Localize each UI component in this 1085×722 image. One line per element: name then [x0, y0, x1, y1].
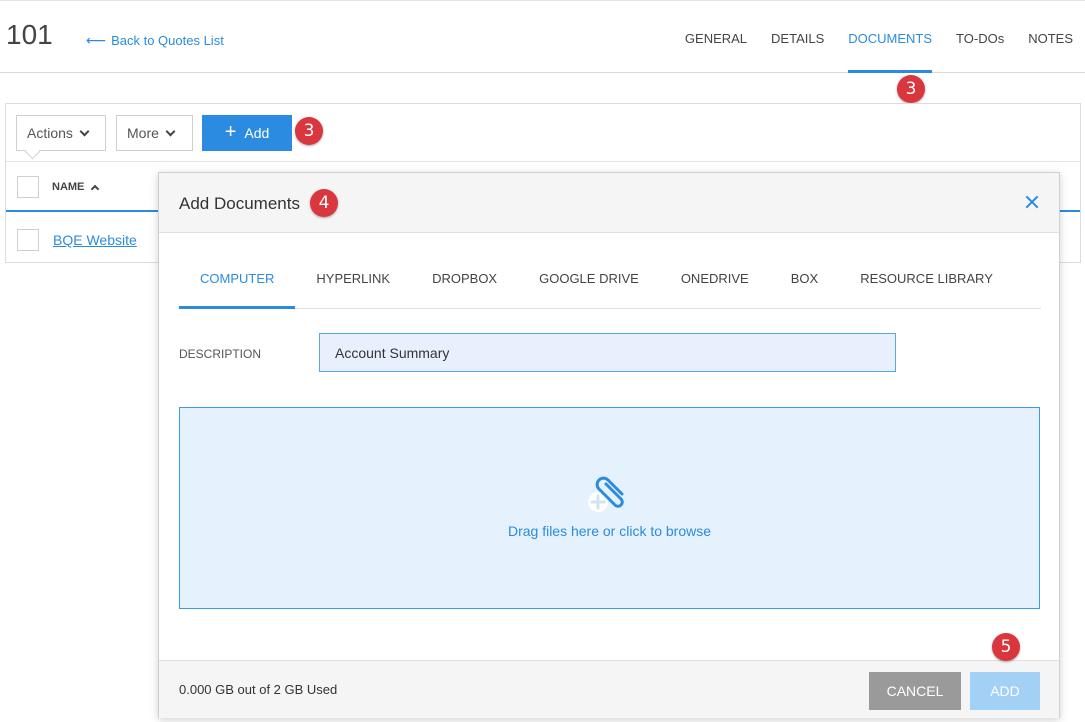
chevron-down-icon: [79, 126, 90, 136]
file-dropzone[interactable]: Drag files here or click to browse: [179, 407, 1040, 609]
cancel-button[interactable]: CANCEL: [869, 672, 961, 710]
step-badge-add: 3: [295, 117, 323, 145]
add-documents-modal: Add Documents COMPUTER HYPERLINK DROPBOX…: [158, 172, 1060, 718]
tab-resource-library[interactable]: RESOURCE LIBRARY: [839, 257, 1014, 308]
tab-documents[interactable]: DOCUMENTS: [836, 1, 944, 73]
actions-dropdown[interactable]: Actions: [16, 115, 106, 151]
column-header-name[interactable]: NAME: [52, 181, 100, 193]
step-badge-modal-add: 5: [992, 633, 1020, 661]
page-header: 101 ⟵ Back to Quotes List GENERAL DETAIL…: [0, 0, 1085, 73]
more-label: More: [127, 125, 159, 141]
modal-title: Add Documents: [179, 194, 300, 213]
dropzone-text: Drag files here or click to browse: [507, 523, 712, 539]
chevron-down-icon: [165, 126, 176, 136]
description-label: DESCRIPTION: [179, 347, 262, 361]
tab-google-drive[interactable]: GOOGLE DRIVE: [518, 257, 660, 308]
column-name-label: NAME: [52, 181, 85, 193]
modal-footer: 0.000 GB out of 2 GB Used CANCEL ADD: [159, 660, 1059, 718]
document-link[interactable]: BQE Website: [53, 232, 137, 248]
record-tabs: GENERAL DETAILS DOCUMENTS TO-DOs NOTES: [673, 1, 1085, 73]
step-badge-modal: 4: [310, 189, 338, 217]
tab-todos[interactable]: TO-DOs: [944, 1, 1016, 73]
modal-header: Add Documents: [159, 173, 1059, 233]
plus-icon: +: [224, 121, 237, 143]
chevron-up-icon: [91, 184, 100, 193]
close-icon[interactable]: [1023, 193, 1041, 211]
tab-general[interactable]: GENERAL: [673, 1, 759, 73]
add-button-label: Add: [244, 125, 270, 141]
select-all-checkbox[interactable]: [17, 176, 39, 198]
actions-label: Actions: [27, 125, 73, 141]
tab-box[interactable]: BOX: [770, 257, 839, 308]
tab-notes[interactable]: NOTES: [1016, 1, 1085, 73]
arrow-left-icon: ⟵: [86, 32, 107, 48]
paperclip-plus-icon: [588, 476, 624, 512]
tab-dropbox[interactable]: DROPBOX: [411, 257, 518, 308]
more-dropdown[interactable]: More: [116, 115, 193, 151]
record-id: 101: [6, 19, 53, 50]
step-badge-documents: 3: [897, 75, 925, 103]
add-document-button[interactable]: + Add: [202, 115, 292, 151]
tab-onedrive[interactable]: ONEDRIVE: [660, 257, 770, 308]
tab-details[interactable]: DETAILS: [759, 1, 836, 73]
modal-add-button[interactable]: ADD: [970, 672, 1040, 710]
tab-hyperlink[interactable]: HYPERLINK: [295, 257, 411, 308]
storage-usage: 0.000 GB out of 2 GB Used: [179, 682, 338, 697]
tab-computer[interactable]: COMPUTER: [179, 257, 296, 309]
row-checkbox[interactable]: [17, 229, 39, 251]
source-tabs: COMPUTER HYPERLINK DROPBOX GOOGLE DRIVE …: [179, 257, 1041, 309]
description-input[interactable]: [319, 333, 896, 372]
back-link-label: Back to Quotes List: [111, 33, 224, 48]
grid-toolbar: Actions More + Add: [6, 104, 1080, 162]
back-to-quotes-link[interactable]: ⟵ Back to Quotes List: [86, 32, 224, 49]
